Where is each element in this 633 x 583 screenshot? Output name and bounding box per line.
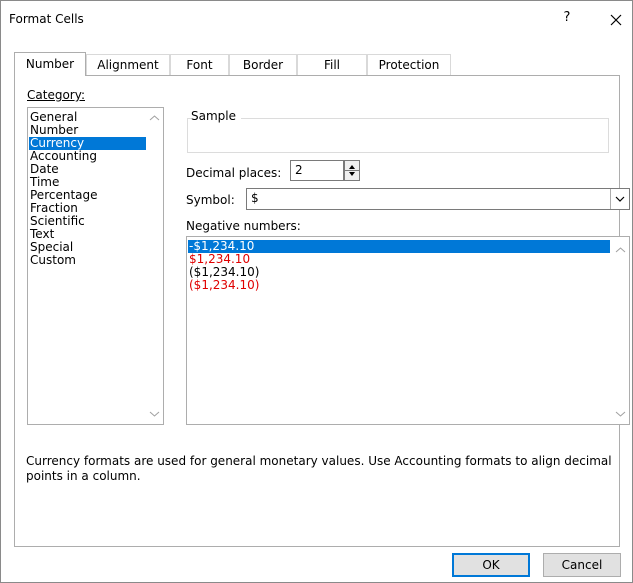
symbol-dropdown[interactable]: $ — [246, 188, 630, 210]
tab-fill[interactable]: Fill — [297, 54, 367, 75]
close-button[interactable] — [605, 9, 627, 31]
negative-format-1[interactable]: -$1,234.10 — [188, 240, 610, 253]
scroll-up-icon[interactable] — [149, 114, 160, 122]
tab-alignment[interactable]: Alignment — [86, 54, 170, 75]
symbol-label: Symbol: — [186, 193, 235, 207]
cancel-button[interactable]: Cancel — [543, 553, 621, 577]
tab-border[interactable]: Border — [229, 54, 297, 75]
dialog-title: Format Cells — [9, 12, 84, 26]
tab-font[interactable]: Font — [170, 54, 229, 75]
category-label-text: Category: — [27, 88, 85, 102]
category-item-custom[interactable]: Custom — [29, 254, 147, 267]
tab-number[interactable]: Number — [14, 52, 86, 76]
negative-numbers-listbox[interactable]: -$1,234.10 $1,234.10 ($1,234.10) ($1,234… — [186, 236, 630, 425]
negative-numbers-scrollbar[interactable] — [612, 237, 629, 424]
title-bar: Format Cells ? — [1, 1, 632, 39]
category-scrollbar[interactable] — [146, 108, 163, 424]
category-listbox[interactable]: General Number Currency Accounting Date … — [27, 107, 164, 425]
scroll-down-icon[interactable] — [149, 410, 160, 418]
tab-protection[interactable]: Protection — [367, 54, 451, 75]
category-label: Category: — [27, 88, 85, 102]
negative-numbers-label: Negative numbers: — [186, 219, 301, 233]
scroll-down-icon[interactable] — [615, 410, 626, 418]
close-icon — [610, 14, 622, 26]
sample-box — [187, 118, 609, 153]
symbol-dropdown-button[interactable] — [610, 189, 629, 209]
decimal-places-label: Decimal places: — [186, 166, 282, 180]
decimal-places-input[interactable]: 2 — [290, 160, 344, 181]
symbol-value: $ — [251, 191, 259, 205]
scroll-up-icon[interactable] — [615, 246, 626, 254]
negative-format-4[interactable]: ($1,234.10) — [188, 279, 610, 292]
spinner-arrows-icon[interactable] — [345, 161, 359, 180]
format-cells-dialog: Format Cells ? Number Alignment Font Bor… — [0, 0, 633, 583]
ok-button[interactable]: OK — [452, 553, 530, 577]
chevron-down-icon — [615, 196, 625, 202]
format-description: Currency formats are used for general mo… — [26, 454, 612, 483]
decimal-places-spinner[interactable] — [344, 160, 360, 181]
help-button[interactable]: ? — [557, 10, 577, 30]
number-tab-panel: Category: General Number Currency Accoun… — [14, 75, 630, 547]
